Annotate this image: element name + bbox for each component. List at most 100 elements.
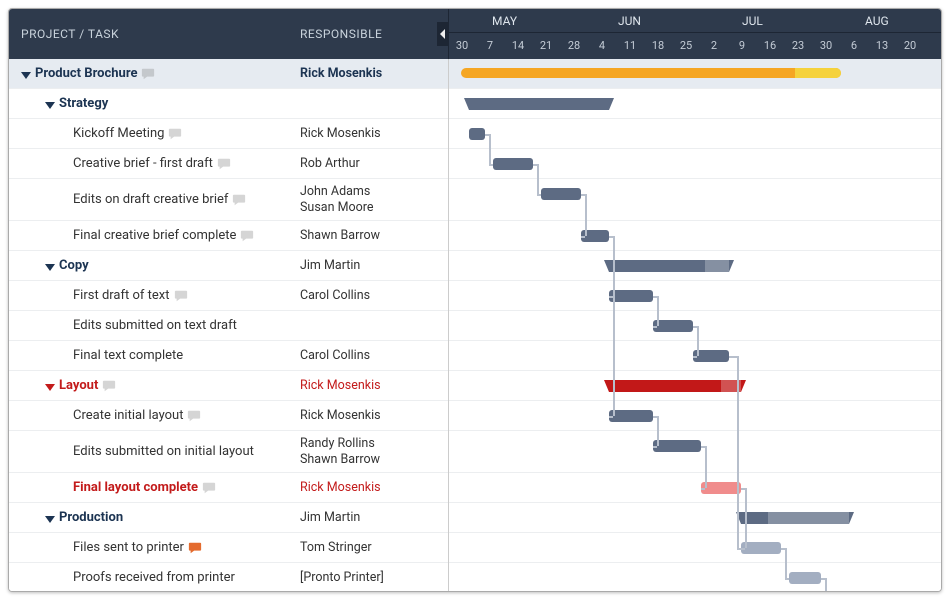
task-name: Final text complete [73,348,183,363]
task-row[interactable]: Final text completeCarol Collins [9,341,448,371]
expand-toggle-icon[interactable] [21,69,31,79]
task-row[interactable]: Creative brief - first draft Rob Arthur [9,149,448,179]
day-label: 7 [477,39,503,52]
comment-icon[interactable] [232,193,246,207]
task-row[interactable]: LayoutRick Mosenkis [9,371,448,401]
task-row[interactable]: Copy Jim Martin [9,251,448,281]
task-row[interactable]: Proofs received from printer[Pronto Prin… [9,563,448,591]
gantt-row [449,473,941,503]
gantt-chart[interactable] [449,59,941,591]
gantt-bar[interactable] [609,290,653,302]
gantt-bar[interactable] [653,440,701,452]
gantt-bar[interactable] [461,68,841,78]
month-label: AUG [865,9,889,28]
day-label: 9 [729,39,755,52]
task-name: Creative brief - first draft [73,156,213,171]
comment-icon[interactable] [202,481,216,495]
responsible-cell: Rick Mosenkis [300,126,448,142]
month-label: JUL [742,9,763,28]
gantt-row [449,533,941,563]
gantt-row [449,431,941,473]
day-label: 11 [617,39,643,52]
gantt-bar[interactable] [653,320,693,332]
gantt-frame: PROJECT / TASK RESPONSIBLE MAYJUNJULAUG … [8,8,942,592]
header-timeline: MAYJUNJULAUG 307142128411182529162330613… [449,9,941,59]
expand-toggle-icon[interactable] [45,99,55,109]
day-label: 4 [589,39,615,52]
task-row[interactable]: Product BrochureRick Mosenkis [9,59,448,89]
day-label: 13 [869,39,895,52]
task-row[interactable]: Final creative brief completeShawn Barro… [9,221,448,251]
task-name: Create initial layout [73,408,183,423]
task-row[interactable]: Kickoff MeetingRick Mosenkis [9,119,448,149]
task-row[interactable]: Final layout completeRick Mosenkis [9,473,448,503]
collapse-left-panel-button[interactable] [437,22,449,46]
gantt-summary-bar[interactable] [469,98,609,110]
responsible-cell: Jim Martin [300,258,448,274]
expand-toggle-icon[interactable] [45,261,55,271]
task-list: Product BrochureRick Mosenkis Strategy Kic… [9,59,449,591]
gantt-bar[interactable] [789,572,821,584]
comment-icon[interactable] [240,229,254,243]
day-label: 2 [701,39,727,52]
responsible-cell: Rick Mosenkis [300,408,448,424]
responsible-cell: Rick Mosenkis [300,378,448,394]
gantt-row [449,119,941,149]
timeline-months: MAYJUNJULAUG [449,9,941,33]
gantt-summary-bar[interactable] [609,260,729,272]
task-row[interactable]: Edits on draft creative briefJohn AdamsS… [9,179,448,221]
header-left: PROJECT / TASK RESPONSIBLE [9,9,449,59]
task-row[interactable]: ProductionJim Martin [9,503,448,533]
comment-icon[interactable] [174,289,188,303]
header: PROJECT / TASK RESPONSIBLE MAYJUNJULAUG … [9,9,941,59]
responsible-cell: Shawn Barrow [300,228,448,244]
header-responsible-column[interactable]: RESPONSIBLE [300,9,448,59]
day-label: 20 [897,39,923,52]
body: Product BrochureRick Mosenkis Strategy Kic… [9,59,941,591]
header-task-column[interactable]: PROJECT / TASK [9,9,300,59]
gantt-bar[interactable] [541,188,581,200]
expand-toggle-icon[interactable] [45,513,55,523]
responsible-cell: Tom Stringer [300,540,448,556]
chevron-left-icon [440,29,446,39]
responsible-cell: Rob Arthur [300,156,448,172]
task-name: First draft of text [73,288,170,303]
task-name: Edits submitted on initial layout [73,444,254,459]
gantt-bar[interactable] [493,158,533,170]
gantt-row [449,179,941,221]
comment-icon[interactable] [168,127,182,141]
task-row[interactable]: Create initial layout Rick Mosenkis [9,401,448,431]
comment-icon[interactable] [188,541,202,555]
task-row[interactable]: Edits submitted on initial layoutRandy R… [9,431,448,473]
gantt-summary-bar[interactable] [609,380,741,392]
gantt-bar[interactable] [469,128,485,140]
gantt-row [449,221,941,251]
task-name: Strategy [59,96,108,111]
gantt-row [449,503,941,533]
gantt-bar[interactable] [701,482,741,494]
gantt-summary-bar[interactable] [741,512,849,524]
task-row[interactable]: Strategy [9,89,448,119]
comment-icon[interactable] [141,67,155,81]
task-name: Files sent to printer [73,540,184,555]
gantt-bar[interactable] [609,410,653,422]
comment-icon[interactable] [187,409,201,423]
gantt-bar[interactable] [741,542,781,554]
task-row[interactable]: First draft of text Carol Collins [9,281,448,311]
day-label: 30 [813,39,839,52]
task-row[interactable]: Edits submitted on text draft [9,311,448,341]
day-label: 28 [561,39,587,52]
task-name: Proofs received from printer [73,570,235,585]
task-name: Edits submitted on text draft [73,318,237,333]
day-label: 21 [533,39,559,52]
comment-icon[interactable] [102,379,116,393]
day-label: 30 [449,39,475,52]
task-name: Copy [59,258,89,273]
task-row[interactable]: Files sent to printer Tom Stringer [9,533,448,563]
responsible-cell: Rick Mosenkis [300,480,448,496]
responsible-cell: Carol Collins [300,288,448,304]
responsible-cell: John AdamsSusan Moore [300,184,448,215]
comment-icon[interactable] [217,157,231,171]
expand-toggle-icon[interactable] [45,381,55,391]
month-label: MAY [492,9,517,28]
